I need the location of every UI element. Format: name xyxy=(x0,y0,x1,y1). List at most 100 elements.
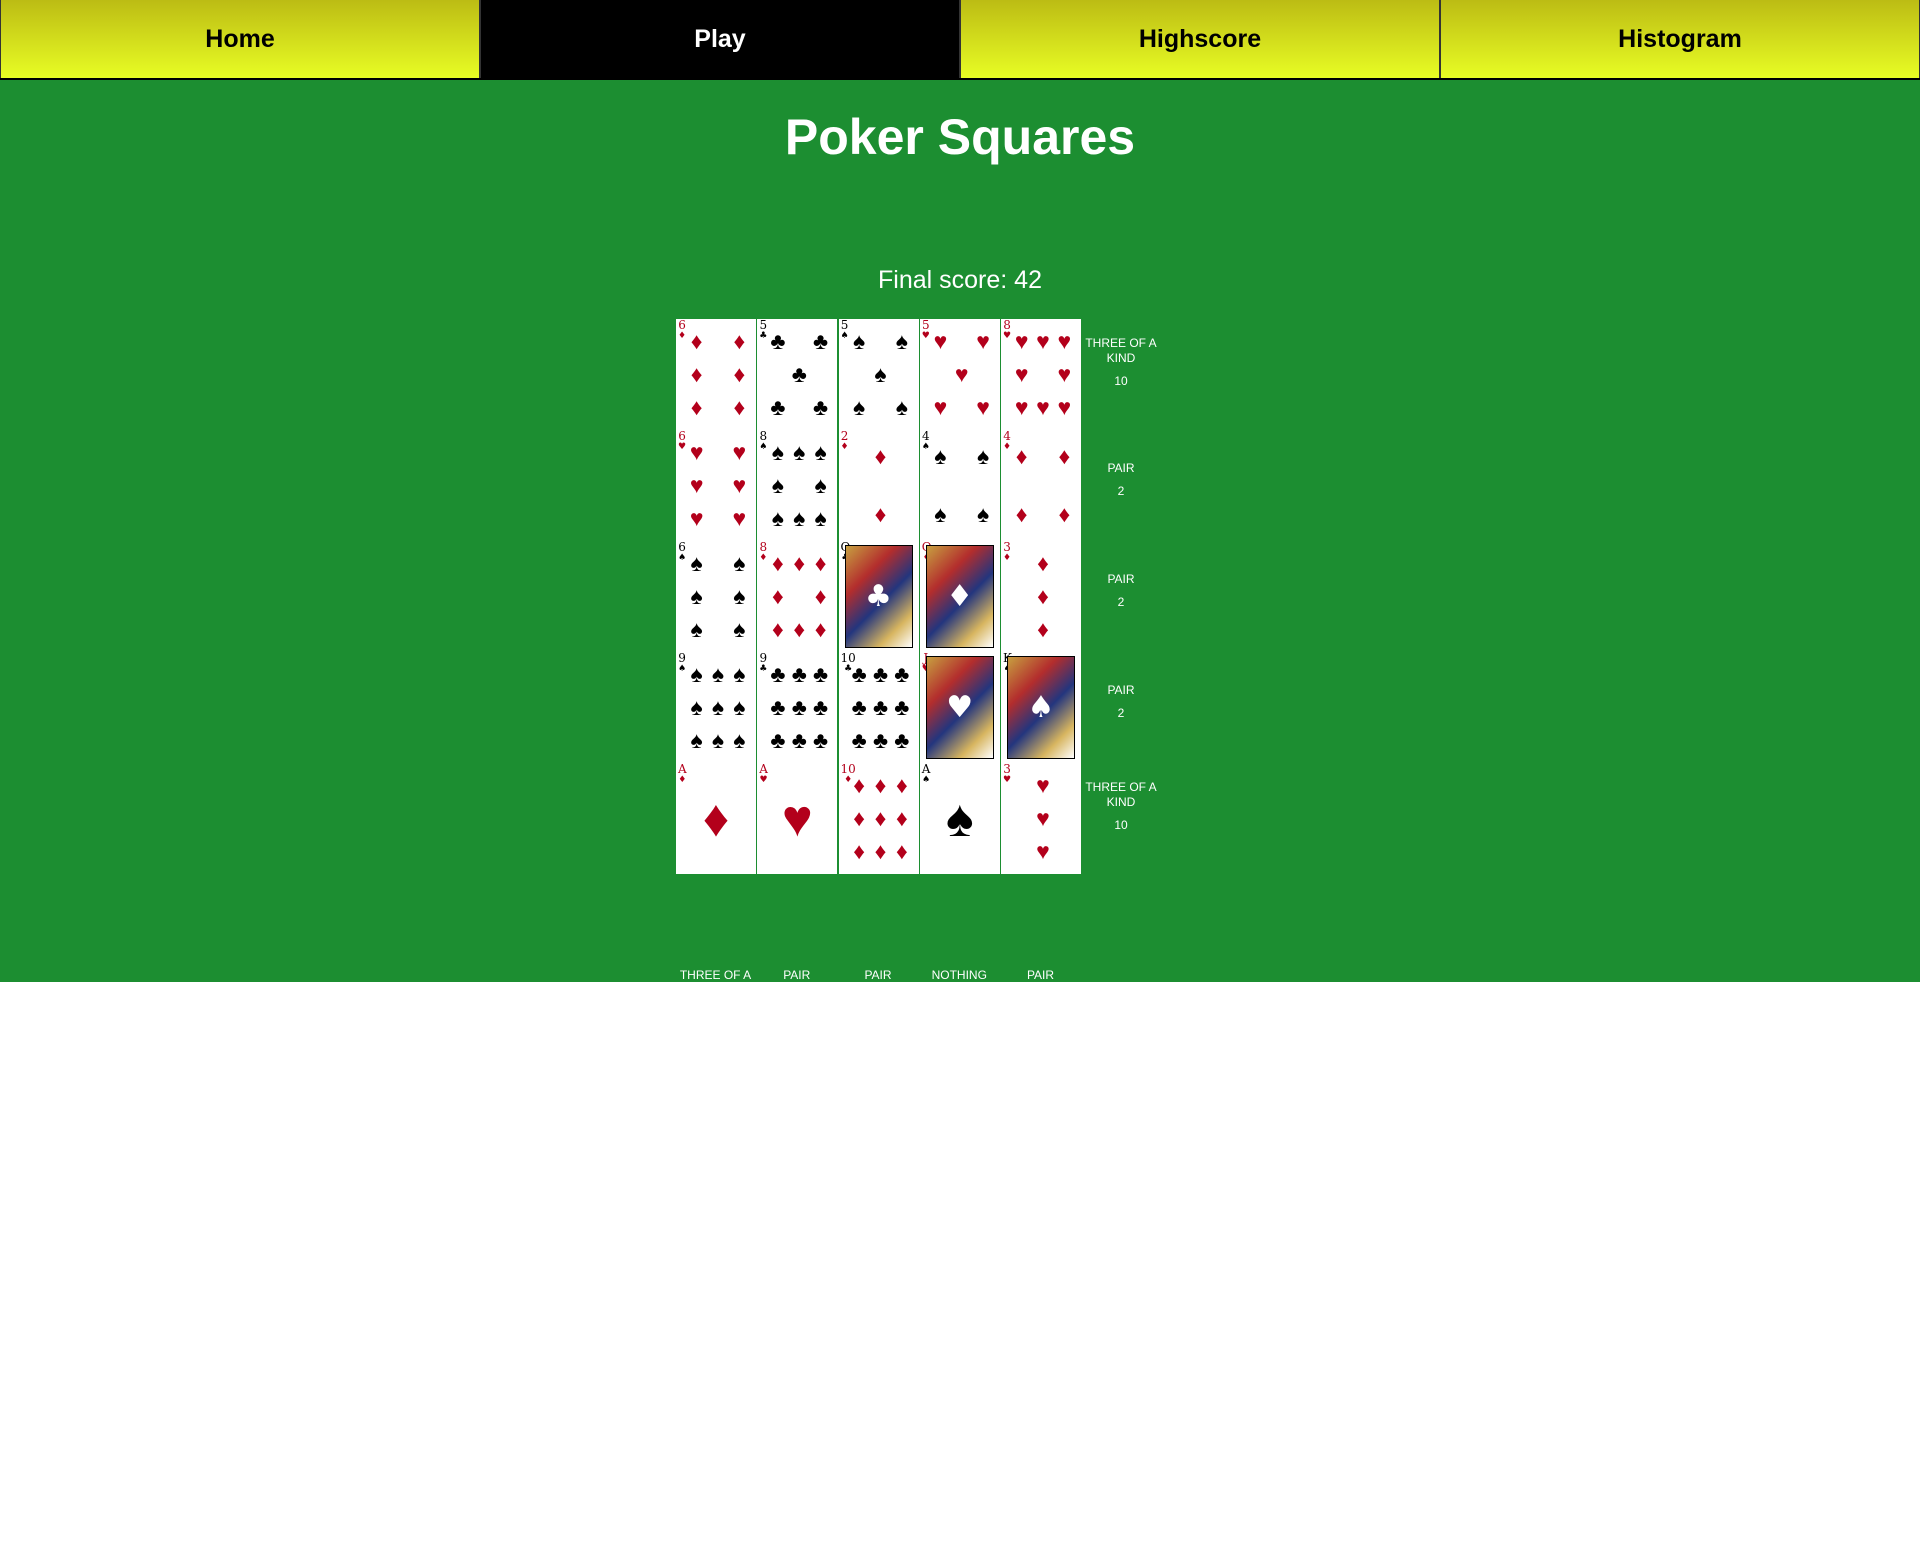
pip-icon: ♥ xyxy=(1036,328,1050,354)
pip-icon: ♣ xyxy=(894,661,910,687)
card-pips: ♣ ♣ ♣ ♣ ♣ ♣ ♣ ♣ ♣ xyxy=(849,658,913,757)
pip-icon: ♣ xyxy=(894,694,910,720)
pip-icon: ♣ xyxy=(813,328,829,354)
card-index: 6 ♦ xyxy=(678,319,686,342)
column-result: THREE OF A KIND 10 xyxy=(675,968,756,1021)
pip-icon: ♠ xyxy=(690,616,703,642)
card: 8 ♥ ♥ ♥ ♥ ♥ ♥ ♥ ♥ ♥ xyxy=(1000,319,1081,430)
card-index: 6 ♥ xyxy=(678,430,687,453)
pip-icon: ♦ xyxy=(690,328,703,354)
column-result: NOTHING 0 xyxy=(919,968,1000,1006)
pip-icon: ♥ xyxy=(689,472,704,498)
pip-icon: ♦ xyxy=(1037,583,1049,609)
pip-icon: ♠ xyxy=(733,694,746,720)
card: A ♦ ♦ xyxy=(675,763,756,874)
pip-icon: ♦ xyxy=(1037,550,1049,576)
card-pips: ♦ ♦ ♦ ♦ ♦ ♦ ♦ ♦ xyxy=(767,547,831,646)
card: 3 ♥ ♥ ♥ ♥ xyxy=(1000,763,1081,874)
tab-play[interactable]: Play xyxy=(480,0,960,78)
row-hand-label: PAIR xyxy=(1107,683,1135,697)
column-hand-label: PAIR xyxy=(864,968,892,982)
card-pips: ♠ ♠ ♠ ♠ ♠ ♠ xyxy=(686,547,750,646)
card-pips: ♦ ♦ xyxy=(849,436,913,535)
pip-icon: ♦ xyxy=(690,361,703,387)
pip-icon: ♦ xyxy=(1058,442,1071,469)
card-pips: ♦ ♦ ♦ ♦ ♦ ♦ ♦ ♦ ♦ xyxy=(849,769,913,868)
pip-icon: ♥ xyxy=(1036,394,1050,420)
pip-icon: ♦ xyxy=(853,838,866,864)
pip-icon: ♦ xyxy=(874,442,887,469)
card-pips: ♦ ♦ ♦ ♦ ♦ ♦ xyxy=(686,325,750,424)
pip-icon: ♦ xyxy=(1015,442,1028,469)
pip-icon: ♠ xyxy=(814,505,827,531)
card-pips: ♦ ♦ ♦ ♦ xyxy=(1011,436,1075,535)
card-suit: ♥ xyxy=(1003,775,1012,785)
pip-icon: ♠ xyxy=(711,727,725,753)
pip-icon: ♦ xyxy=(1058,501,1071,528)
card-pips: ♦ ♦ ♦ xyxy=(1011,547,1075,646)
pip-icon: ♠ xyxy=(733,616,746,642)
row-hand-label: THREE OF A KIND xyxy=(1085,336,1157,365)
pip-icon: ♠ xyxy=(934,501,947,528)
pip-icon: ♠ xyxy=(853,328,866,354)
column-points: 0 xyxy=(955,991,963,1005)
game-table: Poker Squares Final score: 42 6 ♦ ♦ ♦ ♦ ♦ ♦ ♦ 5 ♣… xyxy=(0,80,1920,1020)
column-hand-label: PAIR xyxy=(1026,968,1055,982)
column-result: PAIR 2 xyxy=(838,968,919,1006)
card: 4 ♦ ♦ ♦ ♦ ♦ xyxy=(1000,430,1081,541)
tab-histogram[interactable]: Histogram xyxy=(1440,0,1920,78)
pip-icon: ♦ xyxy=(690,394,703,420)
pip-icon: ♠ xyxy=(814,472,827,498)
pip-icon: ♦ xyxy=(814,616,827,642)
card: Q♣♣ xyxy=(837,541,919,652)
pip-icon: ♠ xyxy=(853,394,866,420)
nav-bar: Home Play Highscore Histogram xyxy=(0,0,1920,80)
card-index: 5 ♣ xyxy=(759,319,767,342)
row-result: PAIR 2 xyxy=(1083,572,1159,610)
card: 4 ♠ ♠ ♠ ♠ ♠ xyxy=(918,430,1000,541)
pip-icon: ♣ xyxy=(894,727,910,753)
face-card-art-icon: ♥ xyxy=(925,656,994,759)
tab-home[interactable]: Home xyxy=(0,0,480,78)
card-suit: ♦ xyxy=(840,442,849,452)
card-pips: ♥ ♥ ♥ xyxy=(1011,769,1075,868)
card-pips: ♠ ♠ ♠ ♠ xyxy=(930,436,994,535)
pip-icon: ♦ xyxy=(793,616,806,642)
pip-icon: ♠ xyxy=(895,328,908,354)
pip-icon: ♠ xyxy=(976,501,990,528)
pip-icon: ♣ xyxy=(770,694,786,720)
card: 10 ♦ ♦ ♦ ♦ ♦ ♦ ♦ ♦ ♦ ♦ xyxy=(837,763,919,874)
column-points: 10 xyxy=(708,1006,723,1020)
pip-icon: ♣ xyxy=(770,727,786,753)
card-index: 9 ♣ xyxy=(759,652,767,675)
pip-icon: ♥ xyxy=(732,505,747,531)
face-card-art-icon: ♣ xyxy=(844,545,913,648)
card-pips: ♥ ♥ ♥ ♥ ♥ ♥ xyxy=(686,436,750,535)
column-points: 2 xyxy=(1037,991,1044,1005)
row-result: PAIR 2 xyxy=(1083,683,1159,721)
pip-icon: ♥ xyxy=(1057,361,1072,387)
tab-highscore[interactable]: Highscore xyxy=(960,0,1440,78)
card: K♠♠ xyxy=(1000,652,1081,763)
card: 9 ♣ ♣ ♣ ♣ ♣ ♣ ♣ ♣ ♣ ♣ xyxy=(756,652,838,763)
card: 6 ♥ ♥ ♥ ♥ ♥ ♥ ♥ xyxy=(675,430,756,541)
pip-icon: ♣ xyxy=(813,661,829,687)
pip-icon: ♣ xyxy=(813,694,829,720)
pip-icon: ♥ xyxy=(954,361,969,387)
card: J♥♥ xyxy=(918,652,1000,763)
card-suit: ♥ xyxy=(678,442,687,452)
card-pips: ♣ ♣ ♣ ♣ ♣ xyxy=(767,325,831,424)
pip-icon: ♠ xyxy=(874,361,887,387)
row-points: 2 xyxy=(1117,595,1125,609)
card: Q♦♦ xyxy=(918,541,1000,652)
pip-icon: ♥ xyxy=(1036,805,1050,831)
column-result: PAIR 2 xyxy=(756,968,837,1006)
pip-icon: ♦ xyxy=(1015,501,1028,528)
ace-pip-icon: ♦ xyxy=(702,789,730,848)
face-card-art-icon: ♦ xyxy=(925,545,994,648)
card-index: 5 ♥ xyxy=(922,319,930,342)
pip-icon: ♥ xyxy=(732,472,747,498)
card-index: 5 ♠ xyxy=(841,319,849,342)
card-grid: 6 ♦ ♦ ♦ ♦ ♦ ♦ ♦ 5 ♣ ♣ ♣ ♣ ♣ ♣ 5 ♠ ♠ ♠ ♠ ♠ ♠ 5 ♥ ♥ ♥ ♥ ♥ ♥ 8 ♥ ♥ ♥ ♥ ♥ ♥ ♥ ♥ ♥ 6… xyxy=(675,319,1081,874)
pip-icon: ♥ xyxy=(933,394,948,420)
